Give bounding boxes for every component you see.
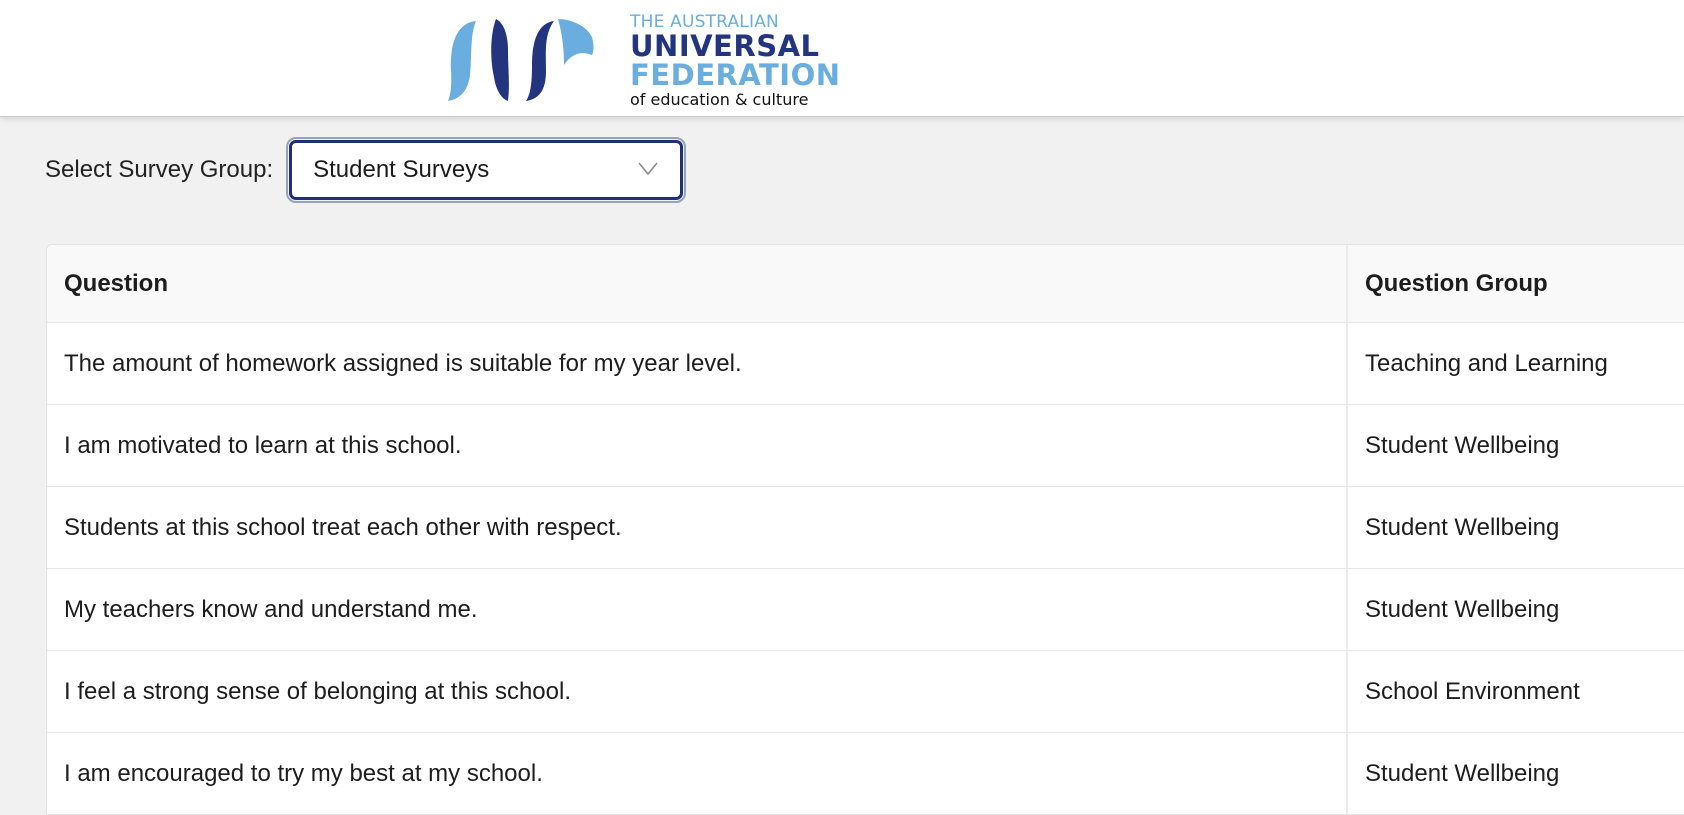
- chevron-down-icon: [638, 162, 658, 176]
- question-cell: Students at this school treat each other…: [47, 486, 1348, 569]
- question-cell: My teachers know and understand me.: [47, 568, 1348, 651]
- survey-group-select[interactable]: Student Surveys: [286, 137, 687, 203]
- logo-line-2: UNIVERSAL: [630, 29, 820, 63]
- survey-group-selected-value: Student Surveys: [313, 156, 490, 183]
- questions-table: Question Question Group The amount of ho…: [47, 245, 1684, 815]
- table-row[interactable]: My teachers know and understand me. Stud…: [47, 568, 1684, 651]
- federation-logo[interactable]: THE AUSTRALIAN UNIVERSAL FEDERATION of e…: [446, 12, 841, 108]
- question-group-cell: Teaching and Learning: [1347, 322, 1684, 405]
- question-group-cell: School Environment: [1347, 650, 1684, 733]
- question-group-cell: Student Wellbeing: [1347, 732, 1684, 815]
- questions-table-container: Question Question Group The amount of ho…: [46, 244, 1684, 815]
- table-row[interactable]: The amount of homework assigned is suita…: [47, 322, 1684, 405]
- column-header-question-group[interactable]: Question Group: [1347, 245, 1684, 323]
- site-header: THE AUSTRALIAN UNIVERSAL FEDERATION of e…: [0, 0, 1684, 117]
- logo-line-3: FEDERATION: [630, 58, 841, 92]
- logo-wordmark: THE AUSTRALIAN UNIVERSAL FEDERATION of e…: [630, 12, 841, 108]
- question-cell: The amount of homework assigned is suita…: [47, 322, 1348, 405]
- question-group-cell: Student Wellbeing: [1347, 568, 1684, 651]
- table-row[interactable]: I feel a strong sense of belonging at th…: [47, 650, 1684, 733]
- table-row[interactable]: Students at this school treat each other…: [47, 486, 1684, 569]
- table-row[interactable]: I am motivated to learn at this school. …: [47, 404, 1684, 487]
- logo-line-4: of education & culture: [630, 90, 809, 109]
- question-cell: I am motivated to learn at this school.: [47, 404, 1348, 487]
- question-group-cell: Student Wellbeing: [1347, 486, 1684, 569]
- survey-group-filter: Select Survey Group: Student Surveys: [45, 136, 687, 204]
- question-group-cell: Student Wellbeing: [1347, 404, 1684, 487]
- question-cell: I feel a strong sense of belonging at th…: [47, 650, 1348, 733]
- survey-group-label: Select Survey Group:: [45, 156, 274, 183]
- table-header-row: Question Question Group: [47, 245, 1684, 323]
- table-row[interactable]: I am encouraged to try my best at my sch…: [47, 732, 1684, 815]
- logo-mark-icon: [448, 19, 594, 101]
- column-header-question[interactable]: Question: [47, 245, 1348, 323]
- question-cell: I am encouraged to try my best at my sch…: [47, 732, 1348, 815]
